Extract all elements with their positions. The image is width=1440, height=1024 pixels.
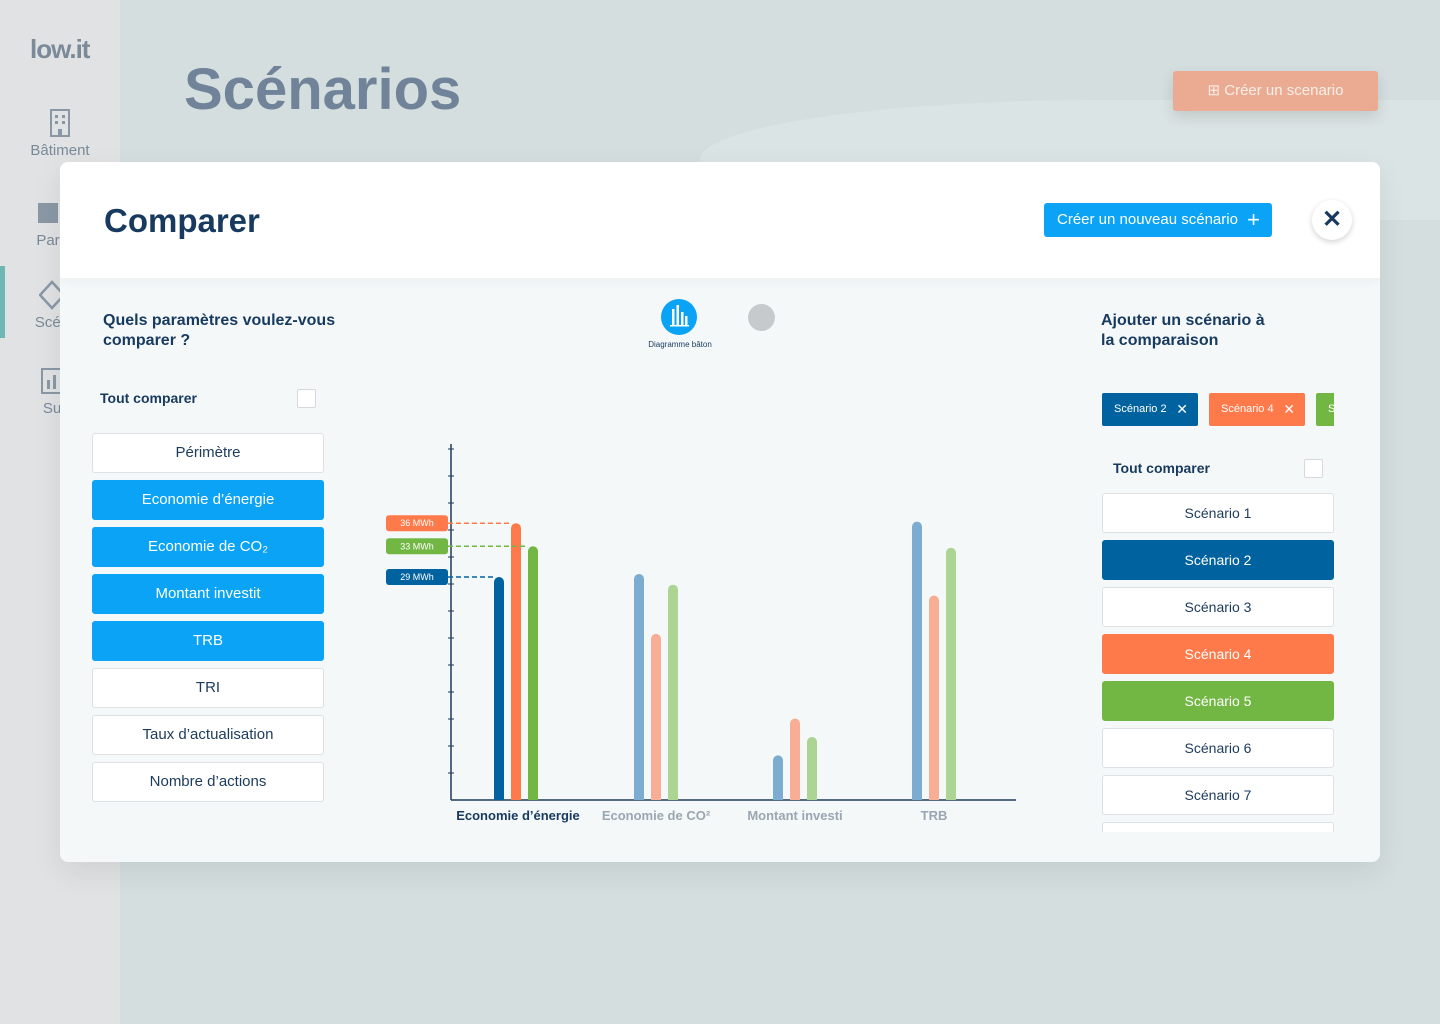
chart-type-label: Diagramme bâton xyxy=(648,340,712,349)
create-scenario-label: Créer un scenario xyxy=(1224,82,1344,99)
plus-icon: + xyxy=(1247,207,1260,232)
bar-base xyxy=(668,794,678,800)
add-scenario-title: Ajouter un scénario à la comparaison xyxy=(1101,311,1265,351)
param-button[interactable]: Nombre d’actions xyxy=(92,762,324,802)
bar xyxy=(912,521,922,800)
comparison-chart: Economie d’énergie Economie de CO² Montant… xyxy=(386,444,1016,823)
bar-chart-toggle[interactable] xyxy=(661,299,697,335)
scenario-button[interactable] xyxy=(1102,822,1334,832)
x-tick-label: Economie de CO² xyxy=(602,808,711,823)
sidebar-item-label: Par xyxy=(36,232,60,249)
sidebar-item-label: Su xyxy=(42,400,62,417)
add-title-line: Ajouter un scénario à xyxy=(1101,312,1265,329)
param-button[interactable]: Périmètre xyxy=(92,433,324,473)
bar xyxy=(929,595,939,800)
compare-all-checkbox[interactable] xyxy=(297,389,316,408)
param-button[interactable]: Taux d’actualisation xyxy=(92,715,324,755)
scenario-chip[interactable]: Scénario 4 ✕ xyxy=(1209,393,1305,426)
close-icon: ✕ xyxy=(1321,206,1343,233)
chip-label: Scénario 2 xyxy=(1114,403,1167,415)
app-logo: low.it xyxy=(30,34,90,64)
scenario-chip[interactable]: S✕ xyxy=(1316,393,1334,426)
bar-base xyxy=(773,794,783,800)
bar-base xyxy=(807,794,817,800)
x-tick-label: Economie d’énergie xyxy=(456,808,580,823)
bar-base xyxy=(494,794,504,800)
scenario-button[interactable]: Scénario 4 xyxy=(1102,634,1334,674)
scenario-list: Scénario 1 Scénario 2 Scénario 3 Scénario 4… xyxy=(1100,490,1340,832)
scenario-chip[interactable]: Scénario 2 ✕ xyxy=(1102,393,1198,426)
scenario-button[interactable]: Scénario 1 xyxy=(1102,493,1334,533)
scenario-button[interactable]: Scénario 2 xyxy=(1102,540,1334,580)
callout-label: 36 MWh xyxy=(400,518,434,528)
bar xyxy=(651,633,661,800)
selected-chips: Scénario 2 ✕ Scénario 4 ✕ S✕ xyxy=(1100,388,1334,432)
new-scenario-button[interactable]: Créer un nouveau scénario + xyxy=(1044,203,1272,237)
bar xyxy=(494,577,504,800)
new-scenario-label: Créer un nouveau scénario xyxy=(1057,211,1238,228)
bar-base xyxy=(929,794,939,800)
bar-base xyxy=(946,794,956,800)
sidebar-item-batiment[interactable]: Bâtiment xyxy=(0,108,120,159)
remove-chip-icon[interactable]: ✕ xyxy=(1176,393,1188,426)
alternate-chart-toggle[interactable] xyxy=(748,304,775,331)
building-icon xyxy=(50,109,70,137)
callout-label: 29 MWh xyxy=(400,572,434,582)
sidebar-item-label: Bâtiment xyxy=(30,142,90,159)
scenarios-compare-all-label: Tout comparer xyxy=(1113,460,1210,476)
bar xyxy=(668,584,678,800)
x-tick-label: Montant investi xyxy=(747,808,842,823)
params-title-line: comparer ? xyxy=(103,332,191,349)
calendar-icon xyxy=(38,203,58,223)
bar xyxy=(773,755,783,800)
param-button[interactable]: Economie de CO₂ xyxy=(92,527,324,567)
add-title-line: la comparaison xyxy=(1101,332,1219,349)
bar-base xyxy=(511,794,521,800)
bar-chart-icon xyxy=(670,305,689,327)
grid-icon: ⊞ xyxy=(1207,82,1225,99)
bar xyxy=(528,546,538,800)
page-title: Scénarios xyxy=(184,57,462,122)
bar xyxy=(634,573,644,800)
remove-chip-icon[interactable]: ✕ xyxy=(1283,393,1295,426)
modal-header: Comparer Créer un nouveau scénario + ✕ xyxy=(60,162,1380,278)
bar-base xyxy=(790,794,800,800)
param-button[interactable]: Economie d’énergie xyxy=(92,480,324,520)
chip-label: S xyxy=(1328,403,1334,415)
param-button[interactable]: Montant investit xyxy=(92,574,324,614)
bar xyxy=(807,736,817,800)
scenario-button[interactable]: Scénario 6 xyxy=(1102,728,1334,768)
bar-base xyxy=(528,794,538,800)
chip-label: Scénario 4 xyxy=(1221,403,1274,415)
scenarios-compare-all-checkbox[interactable] xyxy=(1304,459,1323,478)
scenario-button[interactable]: Scénario 3 xyxy=(1102,587,1334,627)
params-title: Quels paramètres voulez-vous comparer ? xyxy=(103,311,335,351)
params-title-line: Quels paramètres voulez-vous xyxy=(103,312,336,329)
scenario-button[interactable]: Scénario 7 xyxy=(1102,775,1334,815)
bar-base xyxy=(651,794,661,800)
close-button[interactable]: ✕ xyxy=(1312,200,1352,240)
bar xyxy=(790,718,800,800)
scenario-button[interactable]: Scénario 5 xyxy=(1102,681,1334,721)
bar xyxy=(511,523,521,800)
compare-all-label: Tout comparer xyxy=(100,390,197,406)
bar-base xyxy=(634,794,644,800)
modal-title: Comparer xyxy=(104,202,260,239)
param-button[interactable]: TRI xyxy=(92,668,324,708)
x-tick-label: TRB xyxy=(921,808,948,823)
compare-modal: Comparer Créer un nouveau scénario + ✕ Q… xyxy=(60,162,1380,862)
param-button[interactable]: TRB xyxy=(92,621,324,661)
bar xyxy=(946,547,956,800)
callout-label: 33 MWh xyxy=(400,541,434,551)
create-scenario-button[interactable]: ⊞ Créer un scenario xyxy=(1173,71,1378,111)
bar-base xyxy=(912,794,922,800)
